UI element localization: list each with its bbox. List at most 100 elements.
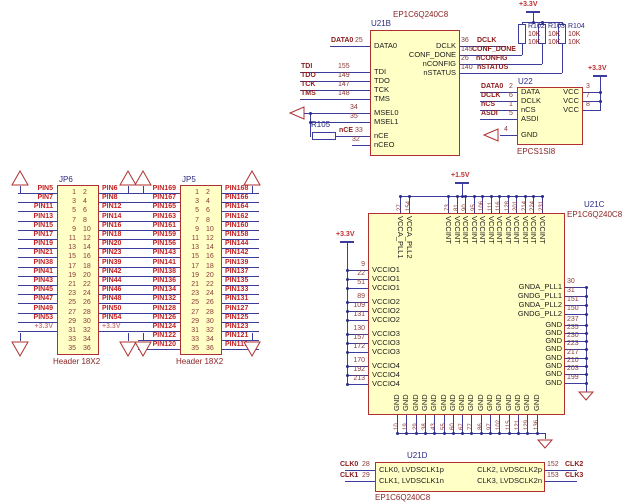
u21b-pin-name: nCE: [374, 132, 389, 140]
wire: [347, 288, 368, 289]
header-pin-number: 4: [206, 198, 210, 205]
u21c-pin-number: 214: [522, 201, 528, 211]
u21c-pin-name: GND: [393, 394, 401, 411]
u21b-pin-number: 36: [461, 37, 469, 44]
resistor-body: [518, 24, 526, 44]
wire: [310, 113, 311, 137]
u21c-pin-name: VCCINT: [488, 216, 496, 244]
u21b-pin-name: TMS: [374, 95, 390, 103]
junction-dot: [508, 432, 511, 435]
u22-pin-number: 1: [509, 101, 513, 108]
header-net-label: PIN132: [136, 295, 176, 302]
header-pin-number: 19: [185, 272, 199, 279]
junction-dot: [424, 432, 427, 435]
wire: [347, 384, 368, 385]
u21c-pin-number: 38: [422, 423, 428, 430]
wire: [143, 186, 144, 193]
header-pin-number: 12: [83, 235, 91, 242]
u21c-pin-name: GND: [477, 394, 485, 411]
header-pin-number: 20: [83, 272, 91, 279]
header-pin-number: 29: [62, 318, 76, 325]
u21c-pin-name: GND: [421, 394, 429, 411]
wire: [330, 46, 370, 47]
u22-pin-name: ASDI: [521, 115, 539, 123]
junction-dot: [585, 382, 588, 385]
wire: [138, 303, 180, 304]
resistor-designator: R102: [528, 23, 545, 30]
power-label-1v5-u21c: +1.5V: [451, 172, 470, 179]
header-net-label: PIN45: [13, 286, 53, 293]
header-pin-number: 26: [83, 299, 91, 306]
u21b-pin-number: 33: [355, 127, 363, 134]
u21c-pin-number: 97: [487, 423, 493, 430]
u21c-pin-number: 115: [506, 420, 512, 430]
u21d-pin-number: 152: [547, 461, 559, 468]
header-net-label: PIN144: [225, 240, 248, 247]
header-pin-number: 27: [62, 309, 76, 316]
u21d-pin-number: 153: [547, 472, 559, 479]
u21c-pin-number: 95: [471, 204, 477, 211]
junction-dot: [443, 432, 446, 435]
u21b-pin-number: 32: [352, 136, 360, 143]
u21d-pin-number: 29: [362, 472, 370, 479]
header-net-label: PIN143: [136, 249, 176, 256]
header-net-label: PIN38: [13, 259, 53, 266]
header-net-label: PIN141: [136, 259, 176, 266]
u21b-designator: U21B: [371, 20, 391, 28]
u21c-pin-name: VCCIO3: [372, 339, 400, 347]
net-label: TMS: [301, 90, 316, 97]
junction-dot: [447, 195, 450, 198]
offpage-down-arrow-icon: [11, 341, 29, 357]
header-net-label: PIN124: [136, 323, 176, 330]
header-pin-number: 10: [83, 226, 91, 233]
header-pin-number: 12: [206, 235, 214, 242]
header-net-label: PIN142: [225, 249, 248, 256]
u21c-pin-number: 130: [349, 325, 365, 332]
u21c-pin-name: VCCIO4: [372, 362, 400, 370]
junction-dot: [452, 432, 455, 435]
u21b-pin-number: 25: [355, 37, 363, 44]
net-label: CLK1: [340, 472, 358, 479]
u21c-pin-name: VCCIO1: [372, 275, 400, 283]
u21c-pin-number: 150: [567, 305, 579, 312]
u21c-pin-number: 86: [478, 423, 484, 430]
junction-dot: [585, 295, 588, 298]
resistor-value: 10K: [528, 31, 540, 38]
header-net-label: PIN12: [102, 203, 121, 210]
u21b-pin-number: 145: [461, 46, 473, 53]
u21c-pin-number: 121: [515, 420, 521, 430]
wire: [20, 333, 21, 341]
u22-pin-number: 2: [509, 83, 513, 90]
wire: [600, 77, 601, 83]
u21c-pin-number: 172: [349, 343, 365, 350]
net-label: DATA0: [331, 37, 353, 44]
junction-dot: [585, 313, 588, 316]
header-net-label: PIN39: [102, 259, 121, 266]
u21b-pin-name: nCEO: [374, 141, 394, 149]
net-label: nCS: [481, 101, 495, 108]
u21c-pin-name: VCCIO4: [372, 380, 400, 388]
u21c-pin-name: GNDA_PLL1: [480, 283, 562, 291]
junction-dot: [526, 432, 529, 435]
u21b-pin-number: 140: [461, 64, 473, 71]
junction-dot: [515, 195, 518, 198]
jp5-part-label: Header 18X2: [176, 358, 223, 366]
header-pin-number: 24: [83, 290, 91, 297]
header-net-label: PIN139: [225, 259, 248, 266]
header-pin-number: 13: [62, 244, 76, 251]
u21c-pin-name: VCCA_PLL1: [397, 216, 405, 259]
wire: [18, 257, 57, 258]
offpage-down-arrow-icon: [134, 341, 152, 357]
jp5-designator: JP5: [182, 176, 196, 184]
u21c-pin-number: 230: [567, 332, 579, 339]
header-net-label: +3.3V: [13, 323, 53, 330]
net-label: TCK: [301, 81, 315, 88]
wire: [562, 44, 563, 73]
junction-dot: [585, 348, 588, 351]
header-net-label: PIN169: [136, 185, 176, 192]
header-pin-number: 26: [206, 299, 214, 306]
u21c-pin-number: 129: [524, 420, 530, 430]
header-net-label: PIN158: [225, 231, 248, 238]
u21d-part-label: EP1C6Q240C8: [375, 494, 430, 502]
u21c-pin-number: 131: [349, 311, 365, 318]
